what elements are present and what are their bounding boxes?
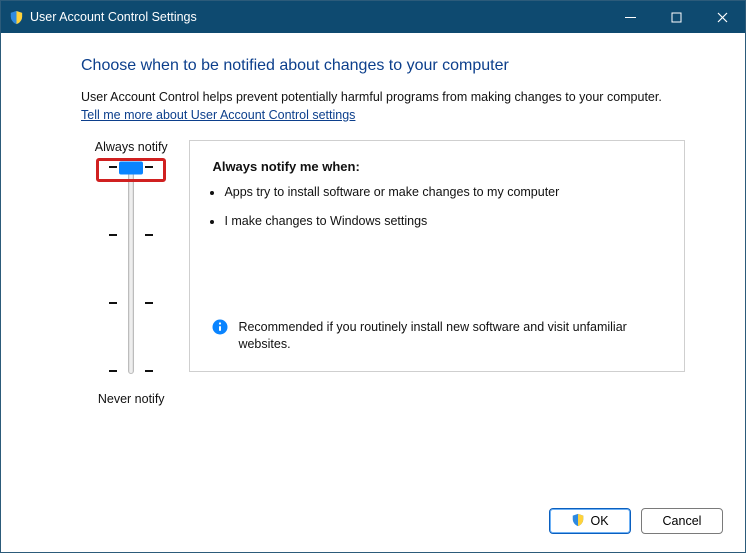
details-heading: Always notify me when: xyxy=(212,159,662,174)
details-bullet: Apps try to install software or make cha… xyxy=(224,184,662,201)
titlebar: User Account Control Settings xyxy=(1,1,745,33)
ok-button[interactable]: OK xyxy=(549,508,631,534)
footer-buttons: OK Cancel xyxy=(1,508,745,552)
details-bullet: I make changes to Windows settings xyxy=(224,213,662,230)
recommendation-row: Recommended if you routinely install new… xyxy=(212,319,662,353)
window-title: User Account Control Settings xyxy=(30,10,197,24)
maximize-button[interactable] xyxy=(653,1,699,33)
slider-tick xyxy=(109,166,117,168)
caption-buttons xyxy=(607,1,745,33)
info-icon xyxy=(212,319,228,335)
close-button[interactable] xyxy=(699,1,745,33)
recommendation-text: Recommended if you routinely install new… xyxy=(238,319,662,353)
slider-top-label: Always notify xyxy=(95,140,168,154)
slider-tick xyxy=(109,370,117,372)
uac-settings-window: User Account Control Settings Choose whe… xyxy=(0,0,746,553)
slider-track xyxy=(128,164,134,374)
cancel-button-label: Cancel xyxy=(663,514,702,528)
shield-icon xyxy=(9,10,24,25)
ok-button-label: OK xyxy=(590,514,608,528)
slider-tick xyxy=(109,234,117,236)
body-area: Choose when to be notified about changes… xyxy=(1,33,745,508)
slider-tick xyxy=(109,302,117,304)
content-row: Always notify Never notify xyxy=(81,140,685,406)
slider-tick xyxy=(145,302,153,304)
slider-tick xyxy=(145,234,153,236)
slider-bottom-label: Never notify xyxy=(98,392,165,406)
page-title: Choose when to be notified about changes… xyxy=(81,57,685,75)
page-description: User Account Control helps prevent poten… xyxy=(81,89,685,106)
notification-level-slider[interactable] xyxy=(101,164,161,374)
details-panel: Always notify me when: Apps try to insta… xyxy=(189,140,685,372)
details-bullets: Apps try to install software or make cha… xyxy=(224,184,662,242)
slider-tick xyxy=(145,370,153,372)
slider-thumb[interactable] xyxy=(119,161,143,174)
help-link[interactable]: Tell me more about User Account Control … xyxy=(81,108,355,122)
slider-column: Always notify Never notify xyxy=(81,140,181,406)
shield-icon xyxy=(571,513,585,530)
cancel-button[interactable]: Cancel xyxy=(641,508,723,534)
minimize-button[interactable] xyxy=(607,1,653,33)
slider-tick xyxy=(145,166,153,168)
